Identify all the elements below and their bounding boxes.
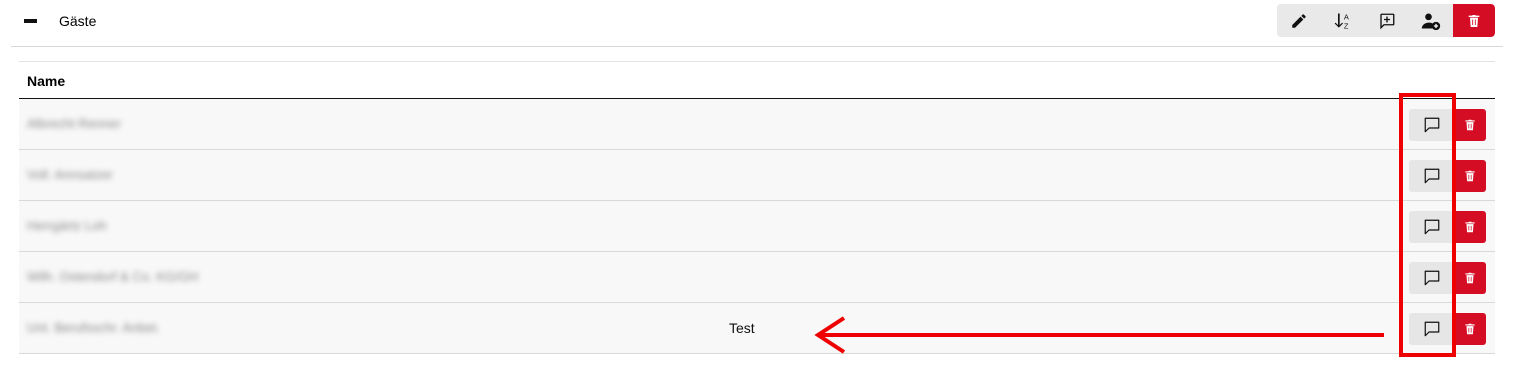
trash-icon bbox=[1465, 170, 1475, 182]
table-row: Unt. Berufsschr. Anbet. Test bbox=[19, 303, 1495, 354]
comment-icon bbox=[1424, 321, 1439, 337]
comment-button[interactable] bbox=[1409, 211, 1454, 243]
guest-name: Voll. Annsatzer bbox=[27, 167, 113, 182]
section-toolbar: A Z bbox=[1277, 4, 1495, 37]
delete-row-button[interactable] bbox=[1454, 109, 1486, 141]
table-header: Name bbox=[19, 61, 1495, 99]
row-actions bbox=[1409, 109, 1486, 141]
pencil-icon bbox=[1292, 13, 1306, 28]
table-row: Wilh. Ostendorf & Co. KG/GH bbox=[19, 252, 1495, 303]
delete-section-button[interactable] bbox=[1453, 4, 1495, 37]
delete-row-button[interactable] bbox=[1454, 313, 1486, 345]
add-comment-icon bbox=[1380, 13, 1395, 29]
delete-row-button[interactable] bbox=[1454, 262, 1486, 294]
trash-icon bbox=[1465, 323, 1475, 335]
row-actions bbox=[1409, 160, 1486, 192]
guest-name: Herrgärtz Loh bbox=[27, 218, 107, 233]
section-header: Gäste A Z bbox=[11, 0, 1503, 47]
comment-button[interactable] bbox=[1409, 160, 1454, 192]
delete-row-button[interactable] bbox=[1454, 211, 1486, 243]
delete-row-button[interactable] bbox=[1454, 160, 1486, 192]
section-title: Gäste bbox=[59, 13, 97, 29]
trash-icon bbox=[1465, 272, 1475, 284]
column-header-name: Name bbox=[27, 73, 66, 89]
add-guest-button[interactable] bbox=[1409, 4, 1453, 37]
svg-text:A: A bbox=[1344, 12, 1349, 21]
trash-icon bbox=[1468, 14, 1480, 27]
comment-icon bbox=[1424, 219, 1439, 235]
guest-name: Unt. Berufsschr. Anbet. bbox=[27, 320, 160, 335]
guest-name: Wilh. Ostendorf & Co. KG/GH bbox=[27, 269, 199, 284]
comment-button[interactable] bbox=[1409, 313, 1454, 345]
table-row: Herrgärtz Loh bbox=[19, 201, 1495, 252]
svg-text:Z: Z bbox=[1344, 21, 1349, 30]
sort-az-icon: A Z bbox=[1334, 12, 1349, 30]
add-comment-button[interactable] bbox=[1365, 4, 1409, 37]
trash-icon bbox=[1465, 119, 1475, 131]
row-actions bbox=[1409, 262, 1486, 294]
comment-icon bbox=[1424, 117, 1439, 133]
table-body: Albrecht Renner Voll. Annsatzer Herrgärt… bbox=[19, 99, 1495, 354]
table-row: Voll. Annsatzer bbox=[19, 150, 1495, 201]
row-actions bbox=[1409, 211, 1486, 243]
sort-az-button[interactable]: A Z bbox=[1321, 4, 1365, 37]
guest-name: Albrecht Renner bbox=[27, 116, 121, 131]
comment-icon bbox=[1424, 168, 1439, 184]
comment-button[interactable] bbox=[1409, 109, 1454, 141]
row-actions bbox=[1409, 313, 1486, 345]
guest-comment: Test bbox=[729, 320, 755, 336]
add-person-icon bbox=[1421, 13, 1441, 30]
comment-button[interactable] bbox=[1409, 262, 1454, 294]
guests-table: Name Albrecht Renner Voll. Annsatzer Her… bbox=[19, 61, 1495, 354]
edit-button[interactable] bbox=[1277, 4, 1321, 37]
trash-icon bbox=[1465, 221, 1475, 233]
comment-icon bbox=[1424, 270, 1439, 286]
collapse-minus-icon[interactable] bbox=[24, 14, 38, 28]
table-row: Albrecht Renner bbox=[19, 99, 1495, 150]
